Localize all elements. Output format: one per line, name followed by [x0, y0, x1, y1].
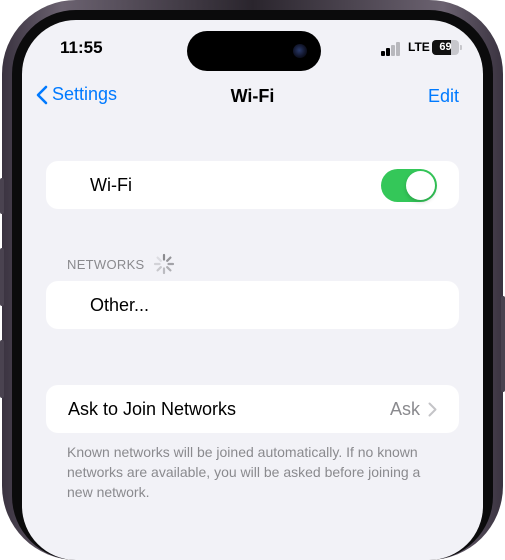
other-network-row[interactable]: Other...: [46, 281, 459, 329]
other-network-label: Other...: [90, 294, 150, 315]
status-bar: 11:55 LTE 69: [22, 20, 483, 76]
wifi-label: Wi-Fi: [90, 174, 132, 195]
front-camera-icon: [293, 44, 307, 58]
page-title: Wi-Fi: [230, 86, 275, 106]
power-button: [501, 296, 505, 392]
battery-cap: [460, 45, 462, 50]
action-button: [0, 178, 4, 214]
wifi-toggle[interactable]: [381, 169, 437, 202]
ask-to-join-detail: Ask: [390, 399, 437, 420]
battery-icon: 69: [432, 40, 459, 55]
status-time: 11:55: [60, 38, 103, 57]
battery-percentage: 69: [439, 41, 452, 53]
ask-to-join-row[interactable]: Ask to Join Networks Ask: [46, 385, 459, 433]
toggle-knob: [406, 171, 435, 200]
ask-to-join-label: Ask to Join Networks: [68, 398, 237, 419]
dynamic-island: [187, 31, 321, 71]
ask-to-join-value: Ask: [389, 398, 420, 419]
volume-down-button: [0, 340, 4, 398]
ask-to-join-footer: Known networks will be joined automatica…: [67, 444, 421, 500]
edit-button[interactable]: Edit: [428, 86, 459, 107]
screen: 11:55 LTE 69 Settings Wi-Fi Edit Wi-Fi N…: [22, 20, 483, 560]
networks-section-header: NETWORKS: [67, 253, 175, 275]
activity-spinner-icon: [153, 253, 174, 275]
volume-up-button: [0, 248, 4, 306]
chevron-right-icon: [428, 402, 437, 416]
navigation-bar: Settings Wi-Fi Edit: [22, 82, 483, 114]
cellular-signal-icon: [381, 42, 403, 56]
wifi-toggle-row: Wi-Fi: [46, 161, 459, 209]
network-type: LTE: [408, 40, 430, 54]
networks-header-label: NETWORKS: [67, 256, 145, 272]
